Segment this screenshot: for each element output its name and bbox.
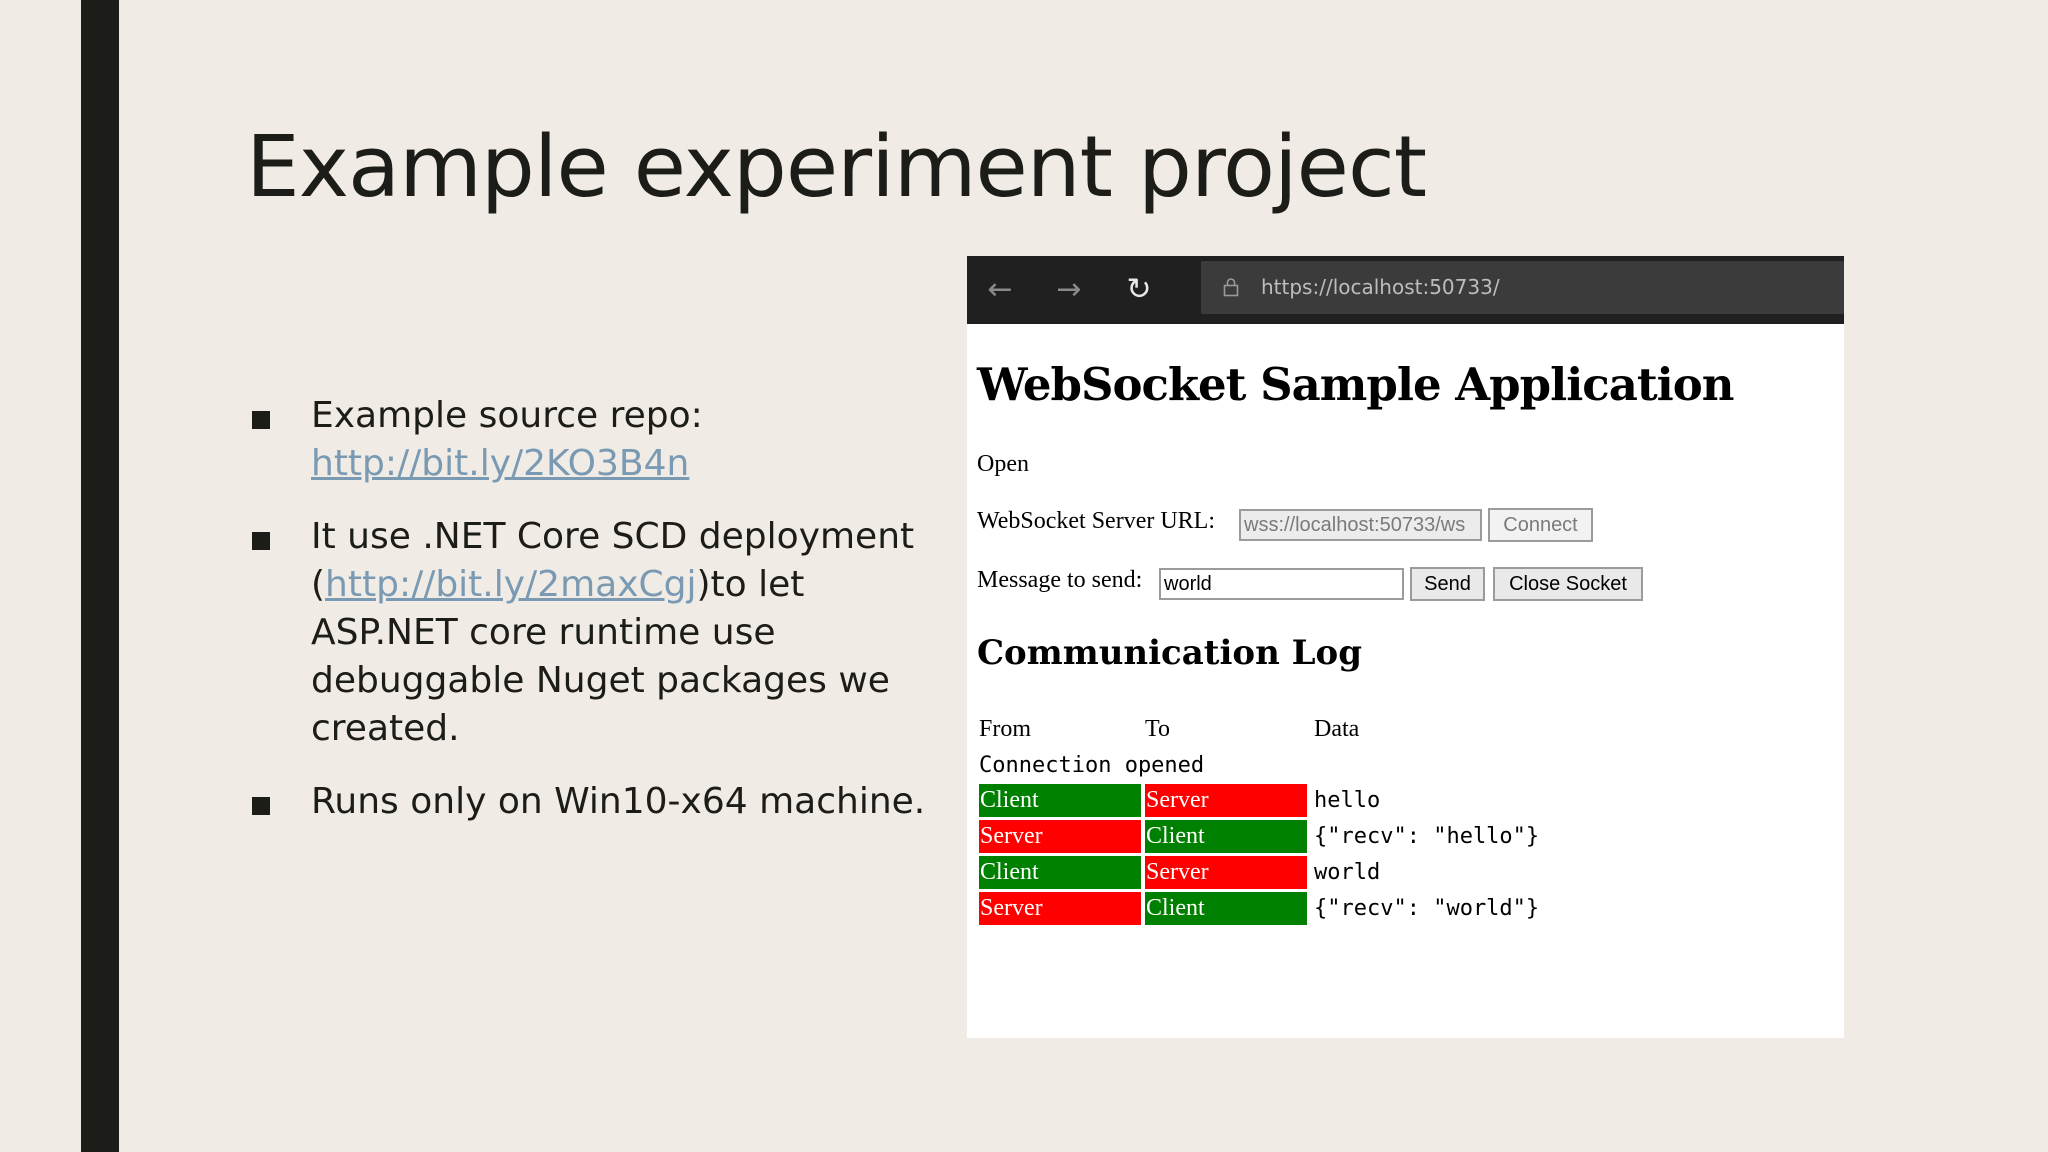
accent-bar xyxy=(81,0,119,1152)
log-cell-from: Client xyxy=(979,784,1141,817)
scd-link[interactable]: http://bit.ly/2maxCgj xyxy=(325,564,696,605)
square-bullet-icon xyxy=(252,797,270,815)
message-input[interactable]: world xyxy=(1159,568,1404,600)
log-row: Server Client {"recv": "world"} xyxy=(979,892,1839,928)
log-column-from: From xyxy=(979,716,1032,742)
message-label: Message to send: xyxy=(977,567,1143,593)
browser-screenshot: ← → ↻ https://localhost:50733/ WebSocket… xyxy=(967,256,1844,1038)
log-row: Server Client {"recv": "hello"} xyxy=(979,820,1839,856)
server-url-input[interactable]: wss://localhost:50733/ws xyxy=(1239,509,1482,541)
repo-link[interactable]: http://bit.ly/2KO3B4n xyxy=(311,443,689,484)
send-button[interactable]: Send xyxy=(1410,567,1485,601)
browser-toolbar: ← → ↻ https://localhost:50733/ xyxy=(967,256,1844,324)
communication-log: From To Data Connection opened Client Ser… xyxy=(979,712,1839,928)
log-row: Client Server hello xyxy=(979,784,1839,820)
connect-button[interactable]: Connect xyxy=(1488,508,1593,542)
close-socket-button[interactable]: Close Socket xyxy=(1493,567,1643,601)
address-bar[interactable]: https://localhost:50733/ xyxy=(1201,261,1844,314)
log-column-data: Data xyxy=(1314,716,1360,742)
arrow-left-icon[interactable]: ← xyxy=(980,270,1020,310)
bullet-item-scd-deployment: It use .NET Core SCD deployment (http://… xyxy=(246,513,946,753)
log-heading: Communication Log xyxy=(977,633,1362,673)
log-header: From To Data xyxy=(979,712,1839,748)
log-column-to: To xyxy=(1145,716,1170,742)
square-bullet-icon xyxy=(252,411,270,429)
log-cell-to: Server xyxy=(1145,856,1307,889)
log-note: Connection opened xyxy=(979,753,1205,778)
address-text: https://localhost:50733/ xyxy=(1261,275,1500,299)
log-cell-data: {"recv": "hello"} xyxy=(1314,824,1540,849)
bullet-text: Runs only on Win10-x64 machine. xyxy=(311,781,926,822)
bullet-text: Example source repo: xyxy=(311,395,703,436)
log-cell-from: Server xyxy=(979,820,1141,853)
square-bullet-icon xyxy=(252,532,270,550)
bullet-item-source-repo: Example source repo: http://bit.ly/2KO3B… xyxy=(246,392,946,488)
log-rows: Client Server hello Server Client {"recv": "h… xyxy=(979,784,1839,928)
log-cell-to: Client xyxy=(1145,820,1307,853)
bullet-item-platform: Runs only on Win10-x64 machine. xyxy=(246,778,946,826)
websocket-page: WebSocket Sample Application Open WebSoc… xyxy=(967,324,1844,1038)
arrow-right-icon[interactable]: → xyxy=(1049,270,1089,310)
log-cell-data: world xyxy=(1314,860,1381,885)
log-cell-data: hello xyxy=(1314,788,1381,813)
log-cell-to: Server xyxy=(1145,784,1307,817)
slide-title: Example experiment project xyxy=(246,118,1427,217)
log-cell-to: Client xyxy=(1145,892,1307,925)
log-row: Client Server world xyxy=(979,856,1839,892)
log-cell-from: Client xyxy=(979,856,1141,889)
log-cell-data: {"recv": "world"} xyxy=(1314,896,1540,921)
bullet-list: Example source repo: http://bit.ly/2KO3B… xyxy=(246,392,946,851)
server-url-label: WebSocket Server URL: xyxy=(977,508,1216,534)
connection-state: Open xyxy=(977,451,1029,477)
lock-icon xyxy=(1223,278,1239,297)
log-cell-from: Server xyxy=(979,892,1141,925)
page-heading: WebSocket Sample Application xyxy=(977,358,1734,411)
reload-icon[interactable]: ↻ xyxy=(1119,270,1159,310)
